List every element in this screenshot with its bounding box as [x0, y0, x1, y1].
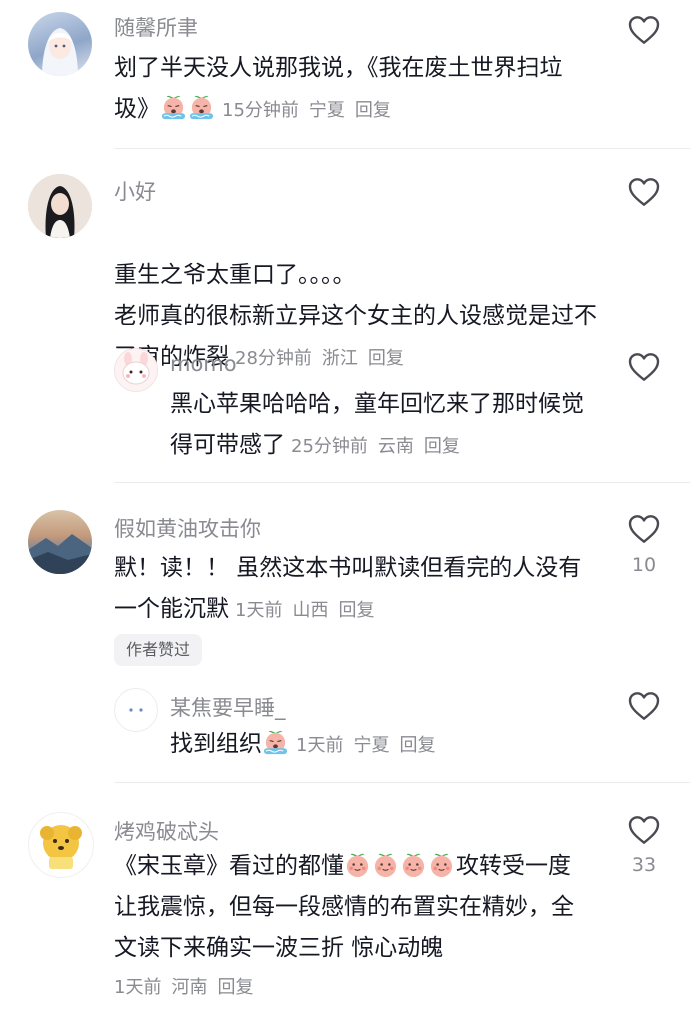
- reply-username[interactable]: 某焦要早睡_: [170, 692, 286, 722]
- comment-time: 15分钟前: [222, 100, 299, 121]
- cartoon-bunny-avatar-icon: [122, 352, 150, 385]
- reply-time: 25分钟前: [291, 436, 368, 457]
- avatar[interactable]: [28, 174, 92, 238]
- comment-username[interactable]: 小好: [114, 176, 156, 206]
- heart-icon: [628, 691, 660, 721]
- comment-location: 浙江: [321, 348, 358, 369]
- reply-username[interactable]: momo: [170, 352, 237, 376]
- reply-button[interactable]: 回复: [355, 100, 391, 121]
- ghost-face-avatar-icon: [129, 708, 143, 712]
- comment-location: 山西: [292, 600, 329, 621]
- heart-icon: [628, 177, 660, 207]
- like-button[interactable]: [627, 815, 661, 845]
- peach-emoji-icon: [344, 851, 371, 878]
- comment-time: 28分钟前: [235, 348, 312, 369]
- divider: [114, 482, 690, 483]
- reply-button[interactable]: 回复: [399, 735, 435, 756]
- crying-peach-emoji-icon: [188, 94, 215, 121]
- comment-text: 划了半天没人说那我说，《我在废土世界扫垃圾》 15分钟前 宁夏 回复: [114, 48, 584, 131]
- divider: [114, 782, 690, 783]
- comment-text: 默！读！！ 虽然这本书叫默读但看完的人没有一个能沉默 1天前 山西 回复: [114, 548, 594, 631]
- comment-meta: 15分钟前 宁夏 回复: [222, 100, 401, 121]
- reply-meta: 25分钟前 云南 回复: [291, 436, 470, 457]
- comment-meta: 1天前 山西 回复: [235, 600, 384, 621]
- heart-icon: [628, 514, 660, 544]
- comment-meta: 1天前 河南 回复: [114, 973, 263, 999]
- reply-button[interactable]: 回复: [338, 600, 374, 621]
- avatar[interactable]: [28, 510, 92, 574]
- like-count: 33: [631, 854, 657, 876]
- peach-emoji-icon: [400, 851, 427, 878]
- comment-username[interactable]: 随馨所聿: [114, 12, 198, 42]
- dog-avatar-icon: [40, 825, 82, 869]
- comment-time: 1天前: [114, 977, 162, 998]
- avatar[interactable]: [28, 812, 94, 878]
- avatar[interactable]: [28, 12, 92, 76]
- peach-emoji-icon: [428, 851, 455, 878]
- comment-meta: 28分钟前 浙江 回复: [235, 348, 414, 369]
- reply-text-content: 找到组织: [170, 731, 262, 757]
- heart-icon: [628, 815, 660, 845]
- comment-text-before: 《宋玉章》看过的都懂: [114, 853, 344, 879]
- comment-location: 宁夏: [308, 100, 345, 121]
- reply-button[interactable]: 回复: [368, 348, 404, 369]
- reply-location: 宁夏: [353, 735, 390, 756]
- heart-icon: [628, 352, 660, 382]
- comment-text: 《宋玉章》看过的都懂 攻转受一度让我震惊，但每一段感情的布置实在精妙，全文读下来确…: [114, 846, 589, 969]
- like-button[interactable]: [627, 177, 661, 207]
- reply-button[interactable]: 回复: [217, 977, 253, 998]
- author-liked-badge: 作者赞过: [114, 634, 203, 666]
- reply-meta: 1天前 宁夏 回复: [296, 735, 445, 756]
- reply-text: 黑心苹果哈哈哈，童年回忆来了那时候觉得可带感了 25分钟前 云南 回复: [170, 384, 590, 467]
- heart-icon: [628, 15, 660, 45]
- comment-username[interactable]: 烤鸡破忒头: [114, 816, 219, 846]
- like-button[interactable]: [627, 15, 661, 45]
- anime-girl-avatar-icon: [42, 28, 78, 76]
- reply-time: 1天前: [296, 735, 344, 756]
- reply-like-button[interactable]: [627, 691, 661, 721]
- comment-username[interactable]: 假如黄油攻击你: [114, 513, 261, 543]
- woman-avatar-icon: [28, 174, 92, 238]
- reply-avatar[interactable]: [114, 348, 158, 392]
- crying-peach-emoji-icon: [262, 729, 289, 756]
- reply-button[interactable]: 回复: [424, 436, 460, 457]
- divider: [114, 148, 690, 149]
- comment-time: 1天前: [235, 600, 283, 621]
- reply-avatar[interactable]: [114, 688, 158, 732]
- reply-text: 找到组织 1天前 宁夏 回复: [170, 724, 590, 766]
- like-count: 10: [631, 554, 657, 576]
- peach-emoji-icon: [372, 851, 399, 878]
- reply-like-button[interactable]: [627, 352, 661, 382]
- landscape-avatar-icon: [28, 534, 92, 574]
- reply-location: 云南: [377, 436, 414, 457]
- comment-location: 河南: [171, 977, 208, 998]
- crying-peach-emoji-icon: [160, 94, 187, 121]
- like-button[interactable]: [627, 514, 661, 544]
